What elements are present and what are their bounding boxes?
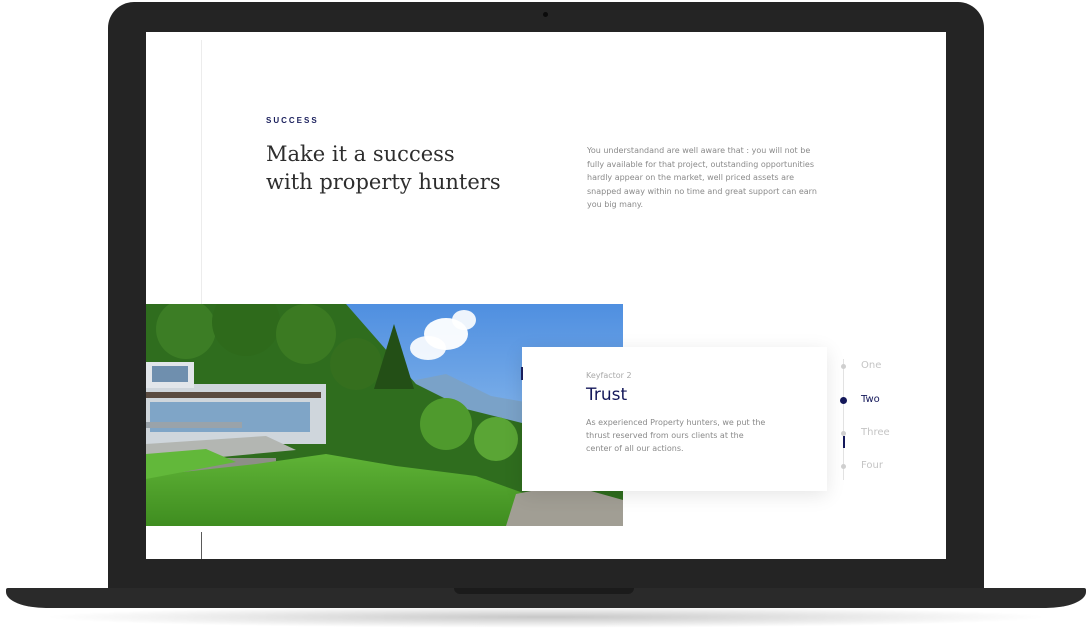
step-dot-icon: [841, 464, 846, 469]
step-label: Three: [861, 427, 890, 438]
step-dot-icon: [840, 397, 847, 404]
scroll-indicator-line: [201, 532, 202, 559]
step-label: Two: [861, 394, 880, 405]
step-track: [843, 359, 844, 480]
step-active-bar: [842, 436, 845, 448]
section-divider-line: [201, 40, 202, 304]
step-navigation: One Two Three Four: [836, 354, 946, 484]
step-label: One: [861, 360, 882, 371]
card-kicker: Keyfactor 2: [586, 371, 632, 380]
page-title-line-1: Make it a success: [266, 142, 455, 166]
card-title: Trust: [586, 385, 628, 405]
card-accent-marker: [521, 367, 523, 380]
intro-paragraph: You understandand are well aware that : …: [587, 146, 817, 209]
step-dot-icon: [841, 364, 846, 369]
section-eyebrow: SUCCESS: [266, 116, 319, 125]
step-label: Four: [861, 460, 883, 471]
step-dot-icon: [841, 431, 846, 436]
page-title-line-2: with property hunters: [266, 170, 501, 194]
card-body: As experienced Property hunters, we put …: [586, 418, 766, 453]
laptop-screen: SUCCESS Make it a success with property …: [146, 32, 946, 559]
laptop-shadow: [40, 606, 1052, 628]
page-title: Make it a success with property hunters: [266, 140, 566, 196]
keyfactor-card: Keyfactor 2 Trust As experienced Propert…: [521, 347, 827, 491]
camera-icon: [543, 12, 548, 17]
laptop-notch: [454, 588, 634, 594]
